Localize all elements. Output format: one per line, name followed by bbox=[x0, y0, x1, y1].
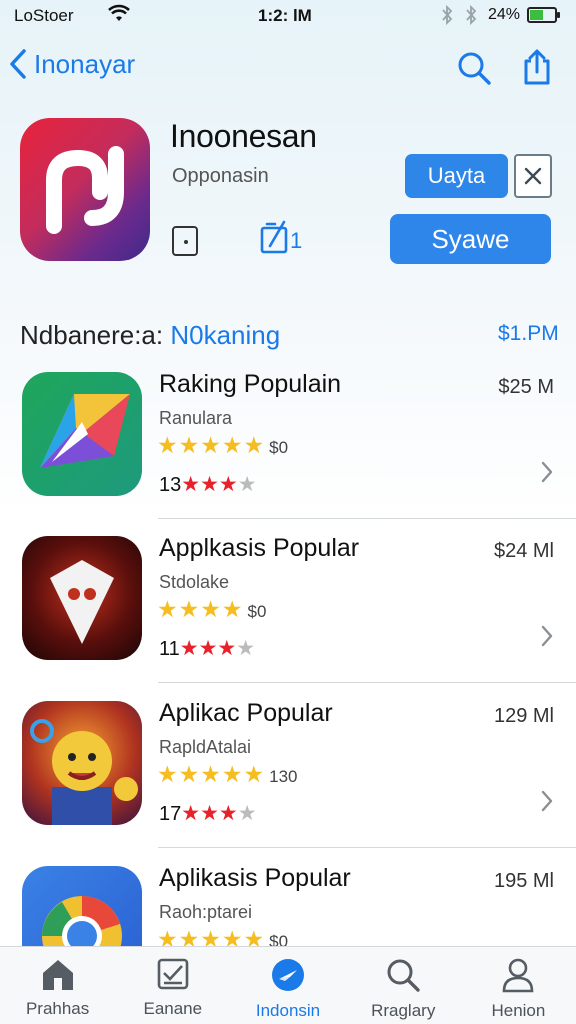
review-rating: 17★★★★ bbox=[159, 801, 257, 826]
star-icons: ★★★★ bbox=[157, 596, 244, 622]
bluetooth-icon bbox=[440, 4, 454, 31]
search-icon bbox=[387, 959, 420, 992]
star-rating: ★★★★ $0 bbox=[157, 596, 266, 623]
review-stars: ★★★★ bbox=[181, 473, 257, 496]
battery-icon bbox=[527, 7, 560, 23]
close-icon bbox=[524, 167, 542, 185]
app-subtitle: Opponasin bbox=[172, 165, 269, 187]
app-icon bbox=[22, 372, 142, 496]
battery-fill bbox=[530, 10, 544, 20]
review-rating: 11★★★★ bbox=[159, 636, 255, 661]
app-logo-icon bbox=[46, 146, 124, 234]
review-stars: ★★★★ bbox=[179, 637, 256, 660]
back-button[interactable]: Inonayar bbox=[8, 48, 135, 80]
tab-bar: Prahhas Eanane Indonsin Rraglary Henion bbox=[0, 946, 576, 1024]
app-title: Inoonesan bbox=[170, 118, 317, 154]
app-icon bbox=[22, 536, 142, 660]
review-count: 17 bbox=[159, 803, 182, 825]
info-icon bbox=[172, 226, 198, 256]
tab-checklist[interactable]: Eanane bbox=[115, 947, 230, 1024]
review-count: 13 bbox=[159, 474, 182, 496]
checklist-icon bbox=[157, 958, 189, 990]
battery-percent: 24% bbox=[488, 6, 521, 23]
close-button[interactable] bbox=[514, 154, 552, 198]
rating-count: 130 bbox=[269, 767, 298, 786]
update-button[interactable]: Uayta bbox=[405, 154, 508, 198]
section-link[interactable]: $1.PM bbox=[498, 322, 559, 346]
carrier-name: LoStoer bbox=[14, 6, 74, 25]
bluetooth-icon bbox=[464, 4, 478, 31]
home-icon bbox=[42, 960, 73, 990]
section-title: Ndbanere:a: N0kaning bbox=[20, 320, 280, 351]
tab-label: Rraglary bbox=[371, 1001, 436, 1020]
tab-label: Eanane bbox=[143, 999, 203, 1018]
divider bbox=[158, 518, 576, 519]
edit-icon bbox=[260, 220, 288, 254]
section-title-prefix: Ndbanere:a: bbox=[20, 320, 164, 350]
app-icon bbox=[20, 118, 150, 261]
clock: 1:2: lM bbox=[258, 6, 312, 25]
app-category: RapldAtalai bbox=[159, 737, 252, 757]
app-price: $24 Ml bbox=[493, 540, 554, 562]
tab-profile[interactable]: Henion bbox=[461, 947, 576, 1024]
star-rating: ★★★★★ $0 bbox=[157, 432, 288, 459]
app-list-item[interactable]: Aplikac Popular RapldAtalai ★★★★★ 130 17★★★★… bbox=[0, 695, 576, 859]
app-price: $25 M bbox=[498, 376, 554, 398]
meta-rating: 1 bbox=[260, 220, 302, 254]
rating-count: $0 bbox=[269, 438, 289, 457]
app-list-item[interactable]: Applkasis Popular Stdolake ★★★★ $0 11★★★★ $24… bbox=[0, 530, 576, 694]
wifi-icon bbox=[108, 4, 130, 29]
review-count: 11 bbox=[159, 638, 180, 660]
review-stars: ★★★★ bbox=[181, 802, 257, 825]
section-title-accent: N0kaning bbox=[170, 320, 281, 350]
save-button[interactable]: Syawe bbox=[390, 214, 551, 264]
chevron-left-icon bbox=[10, 49, 26, 79]
chevron-right-icon bbox=[541, 625, 553, 647]
app-list-item[interactable]: Raking Populain Ranulara ★★★★★ $0 13★★★★ $25 … bbox=[0, 366, 576, 530]
star-icons: ★★★★★ bbox=[157, 432, 266, 458]
chevron-right-icon bbox=[541, 461, 553, 483]
app-price: 129 Ml bbox=[493, 705, 554, 727]
app-category: Ranulara bbox=[159, 408, 233, 428]
tab-label: Prahhas bbox=[25, 999, 90, 1018]
tab-label: Henion bbox=[491, 1001, 546, 1020]
divider bbox=[158, 847, 576, 848]
share-icon bbox=[524, 49, 550, 85]
status-bar: LoStoer 1:2: lM 24% bbox=[0, 0, 576, 34]
search-icon bbox=[458, 52, 491, 85]
tab-discover[interactable]: Indonsin bbox=[230, 947, 345, 1024]
back-label: Inonayar bbox=[34, 48, 136, 79]
navigation-bar: Inonayar bbox=[0, 40, 576, 100]
app-name: Aplikasis Popular bbox=[159, 864, 351, 892]
meta-count: 1 bbox=[290, 228, 303, 253]
tab-label: Indonsin bbox=[255, 1001, 321, 1020]
app-name: Aplikac Popular bbox=[159, 699, 333, 727]
star-rating: ★★★★★ 130 bbox=[157, 761, 297, 788]
app-name: Applkasis Popular bbox=[159, 534, 360, 562]
divider bbox=[158, 682, 576, 683]
app-category: Raoh:ptarei bbox=[159, 902, 253, 922]
share-button[interactable] bbox=[520, 48, 554, 91]
app-name: Raking Populain bbox=[159, 370, 342, 398]
star-icons: ★★★★★ bbox=[157, 761, 266, 787]
chevron-right-icon bbox=[540, 624, 554, 653]
person-icon bbox=[503, 958, 534, 993]
tab-search[interactable]: Rraglary bbox=[346, 947, 461, 1024]
rating-count: $0 bbox=[247, 602, 267, 621]
compass-icon bbox=[272, 959, 304, 991]
chevron-right-icon bbox=[541, 790, 553, 812]
chevron-right-icon bbox=[540, 460, 554, 489]
tab-home[interactable]: Prahhas bbox=[0, 947, 115, 1024]
app-category: Stdolake bbox=[159, 572, 230, 592]
search-button[interactable] bbox=[456, 50, 492, 91]
chevron-right-icon bbox=[540, 789, 554, 818]
app-icon bbox=[22, 701, 142, 825]
app-price: 195 Ml bbox=[493, 870, 554, 892]
review-rating: 13★★★★ bbox=[159, 472, 257, 497]
